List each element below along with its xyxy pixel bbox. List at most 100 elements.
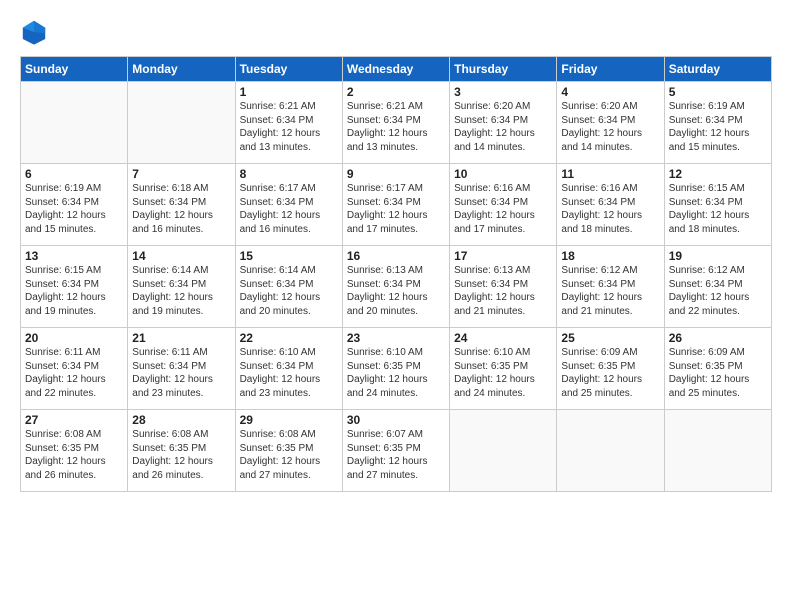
calendar-cell: 11Sunrise: 6:16 AM Sunset: 6:34 PM Dayli…	[557, 164, 664, 246]
day-info: Sunrise: 6:12 AM Sunset: 6:34 PM Dayligh…	[669, 264, 767, 318]
day-number: 28	[132, 413, 230, 427]
calendar-row-1: 6Sunrise: 6:19 AM Sunset: 6:34 PM Daylig…	[21, 164, 772, 246]
weekday-header-friday: Friday	[557, 57, 664, 82]
day-number: 7	[132, 167, 230, 181]
calendar-cell	[21, 82, 128, 164]
day-number: 2	[347, 85, 445, 99]
calendar-cell: 7Sunrise: 6:18 AM Sunset: 6:34 PM Daylig…	[128, 164, 235, 246]
day-number: 5	[669, 85, 767, 99]
generalblue-logo-icon	[20, 18, 48, 46]
day-number: 10	[454, 167, 552, 181]
day-info: Sunrise: 6:08 AM Sunset: 6:35 PM Dayligh…	[132, 428, 230, 482]
calendar-cell: 5Sunrise: 6:19 AM Sunset: 6:34 PM Daylig…	[664, 82, 771, 164]
day-info: Sunrise: 6:10 AM Sunset: 6:35 PM Dayligh…	[347, 346, 445, 400]
day-number: 23	[347, 331, 445, 345]
day-number: 18	[561, 249, 659, 263]
day-info: Sunrise: 6:15 AM Sunset: 6:34 PM Dayligh…	[669, 182, 767, 236]
calendar-row-3: 20Sunrise: 6:11 AM Sunset: 6:34 PM Dayli…	[21, 328, 772, 410]
day-info: Sunrise: 6:14 AM Sunset: 6:34 PM Dayligh…	[240, 264, 338, 318]
day-number: 12	[669, 167, 767, 181]
day-number: 4	[561, 85, 659, 99]
header	[20, 18, 772, 46]
day-number: 26	[669, 331, 767, 345]
day-number: 13	[25, 249, 123, 263]
calendar-cell: 25Sunrise: 6:09 AM Sunset: 6:35 PM Dayli…	[557, 328, 664, 410]
day-info: Sunrise: 6:15 AM Sunset: 6:34 PM Dayligh…	[25, 264, 123, 318]
calendar-cell: 10Sunrise: 6:16 AM Sunset: 6:34 PM Dayli…	[450, 164, 557, 246]
day-number: 9	[347, 167, 445, 181]
calendar-cell: 26Sunrise: 6:09 AM Sunset: 6:35 PM Dayli…	[664, 328, 771, 410]
calendar-cell: 28Sunrise: 6:08 AM Sunset: 6:35 PM Dayli…	[128, 410, 235, 492]
calendar-cell	[128, 82, 235, 164]
day-info: Sunrise: 6:19 AM Sunset: 6:34 PM Dayligh…	[669, 100, 767, 154]
calendar-cell: 27Sunrise: 6:08 AM Sunset: 6:35 PM Dayli…	[21, 410, 128, 492]
day-info: Sunrise: 6:11 AM Sunset: 6:34 PM Dayligh…	[132, 346, 230, 400]
weekday-header-sunday: Sunday	[21, 57, 128, 82]
day-number: 1	[240, 85, 338, 99]
day-info: Sunrise: 6:08 AM Sunset: 6:35 PM Dayligh…	[25, 428, 123, 482]
calendar-cell: 14Sunrise: 6:14 AM Sunset: 6:34 PM Dayli…	[128, 246, 235, 328]
day-number: 30	[347, 413, 445, 427]
day-info: Sunrise: 6:10 AM Sunset: 6:35 PM Dayligh…	[454, 346, 552, 400]
calendar-cell: 16Sunrise: 6:13 AM Sunset: 6:34 PM Dayli…	[342, 246, 449, 328]
calendar-cell: 29Sunrise: 6:08 AM Sunset: 6:35 PM Dayli…	[235, 410, 342, 492]
day-number: 15	[240, 249, 338, 263]
calendar-cell: 6Sunrise: 6:19 AM Sunset: 6:34 PM Daylig…	[21, 164, 128, 246]
calendar-table: SundayMondayTuesdayWednesdayThursdayFrid…	[20, 56, 772, 492]
calendar-cell: 18Sunrise: 6:12 AM Sunset: 6:34 PM Dayli…	[557, 246, 664, 328]
calendar-cell: 23Sunrise: 6:10 AM Sunset: 6:35 PM Dayli…	[342, 328, 449, 410]
calendar-cell: 4Sunrise: 6:20 AM Sunset: 6:34 PM Daylig…	[557, 82, 664, 164]
day-info: Sunrise: 6:11 AM Sunset: 6:34 PM Dayligh…	[25, 346, 123, 400]
day-info: Sunrise: 6:08 AM Sunset: 6:35 PM Dayligh…	[240, 428, 338, 482]
day-number: 27	[25, 413, 123, 427]
calendar-cell	[557, 410, 664, 492]
day-info: Sunrise: 6:13 AM Sunset: 6:34 PM Dayligh…	[454, 264, 552, 318]
day-number: 21	[132, 331, 230, 345]
calendar-cell: 19Sunrise: 6:12 AM Sunset: 6:34 PM Dayli…	[664, 246, 771, 328]
day-info: Sunrise: 6:12 AM Sunset: 6:34 PM Dayligh…	[561, 264, 659, 318]
calendar-row-0: 1Sunrise: 6:21 AM Sunset: 6:34 PM Daylig…	[21, 82, 772, 164]
weekday-header-row: SundayMondayTuesdayWednesdayThursdayFrid…	[21, 57, 772, 82]
calendar-cell: 3Sunrise: 6:20 AM Sunset: 6:34 PM Daylig…	[450, 82, 557, 164]
page: SundayMondayTuesdayWednesdayThursdayFrid…	[0, 0, 792, 612]
weekday-header-wednesday: Wednesday	[342, 57, 449, 82]
day-number: 25	[561, 331, 659, 345]
day-info: Sunrise: 6:17 AM Sunset: 6:34 PM Dayligh…	[240, 182, 338, 236]
day-info: Sunrise: 6:17 AM Sunset: 6:34 PM Dayligh…	[347, 182, 445, 236]
day-number: 6	[25, 167, 123, 181]
calendar-row-4: 27Sunrise: 6:08 AM Sunset: 6:35 PM Dayli…	[21, 410, 772, 492]
calendar-cell: 17Sunrise: 6:13 AM Sunset: 6:34 PM Dayli…	[450, 246, 557, 328]
day-number: 14	[132, 249, 230, 263]
calendar-cell: 2Sunrise: 6:21 AM Sunset: 6:34 PM Daylig…	[342, 82, 449, 164]
day-number: 22	[240, 331, 338, 345]
calendar-cell	[664, 410, 771, 492]
day-info: Sunrise: 6:18 AM Sunset: 6:34 PM Dayligh…	[132, 182, 230, 236]
logo	[20, 18, 50, 46]
day-number: 29	[240, 413, 338, 427]
day-info: Sunrise: 6:21 AM Sunset: 6:34 PM Dayligh…	[347, 100, 445, 154]
day-number: 19	[669, 249, 767, 263]
day-info: Sunrise: 6:13 AM Sunset: 6:34 PM Dayligh…	[347, 264, 445, 318]
day-info: Sunrise: 6:21 AM Sunset: 6:34 PM Dayligh…	[240, 100, 338, 154]
calendar-cell	[450, 410, 557, 492]
calendar-cell: 12Sunrise: 6:15 AM Sunset: 6:34 PM Dayli…	[664, 164, 771, 246]
day-info: Sunrise: 6:07 AM Sunset: 6:35 PM Dayligh…	[347, 428, 445, 482]
calendar-cell: 15Sunrise: 6:14 AM Sunset: 6:34 PM Dayli…	[235, 246, 342, 328]
day-info: Sunrise: 6:14 AM Sunset: 6:34 PM Dayligh…	[132, 264, 230, 318]
calendar-cell: 8Sunrise: 6:17 AM Sunset: 6:34 PM Daylig…	[235, 164, 342, 246]
calendar-cell: 9Sunrise: 6:17 AM Sunset: 6:34 PM Daylig…	[342, 164, 449, 246]
day-info: Sunrise: 6:09 AM Sunset: 6:35 PM Dayligh…	[669, 346, 767, 400]
day-info: Sunrise: 6:16 AM Sunset: 6:34 PM Dayligh…	[454, 182, 552, 236]
day-info: Sunrise: 6:19 AM Sunset: 6:34 PM Dayligh…	[25, 182, 123, 236]
calendar-row-2: 13Sunrise: 6:15 AM Sunset: 6:34 PM Dayli…	[21, 246, 772, 328]
day-number: 20	[25, 331, 123, 345]
weekday-header-monday: Monday	[128, 57, 235, 82]
day-number: 16	[347, 249, 445, 263]
calendar-cell: 13Sunrise: 6:15 AM Sunset: 6:34 PM Dayli…	[21, 246, 128, 328]
day-info: Sunrise: 6:20 AM Sunset: 6:34 PM Dayligh…	[454, 100, 552, 154]
weekday-header-saturday: Saturday	[664, 57, 771, 82]
day-number: 17	[454, 249, 552, 263]
calendar-cell: 1Sunrise: 6:21 AM Sunset: 6:34 PM Daylig…	[235, 82, 342, 164]
day-info: Sunrise: 6:16 AM Sunset: 6:34 PM Dayligh…	[561, 182, 659, 236]
calendar-cell: 21Sunrise: 6:11 AM Sunset: 6:34 PM Dayli…	[128, 328, 235, 410]
